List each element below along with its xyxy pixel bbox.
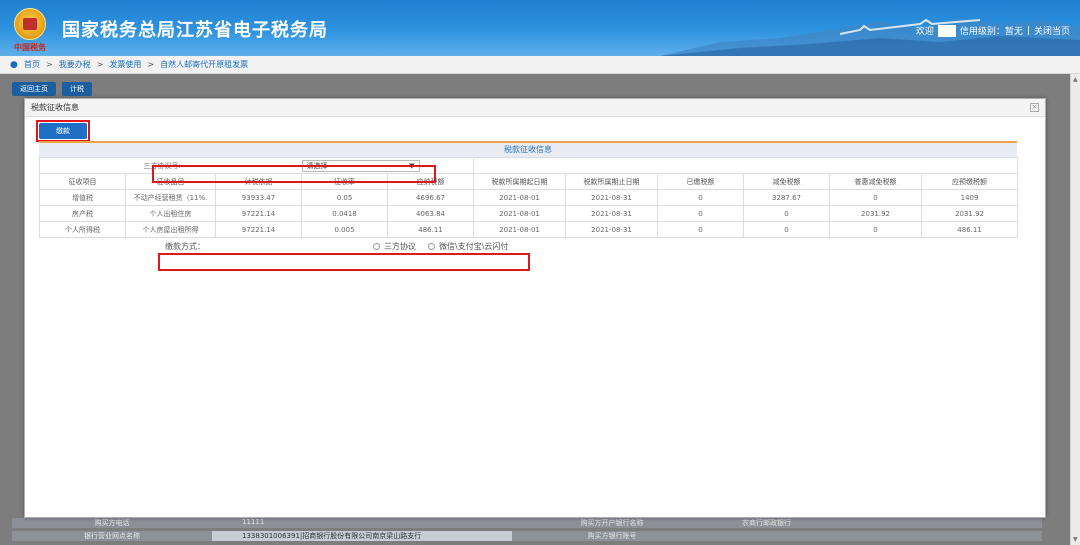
breadcrumb-home[interactable]: 首页 [24, 59, 40, 70]
cell: 2021-08-01 [473, 221, 567, 238]
radio-icon [428, 242, 435, 250]
cell: 0 [829, 189, 923, 206]
col-header: 税款所属期起日期 [473, 173, 567, 190]
cell: 1409 [921, 189, 1019, 206]
col-header: 应预缴税额 [921, 173, 1019, 190]
cell: 0.005 [301, 221, 389, 238]
breadcrumb-separator: > [147, 60, 155, 69]
col-header: 减免税额 [743, 173, 831, 190]
cell: 2031.92 [921, 205, 1019, 222]
cell: 增值税 [39, 189, 126, 206]
table-row: 个人所得税 个人房屋出租所得 97221.14 0.005 486.11 202… [39, 221, 1019, 238]
cell: 97221.14 [214, 221, 303, 238]
cell: 不动产经营租赁（11%. [125, 189, 216, 206]
pay-option-mobile[interactable]: 微信\支付宝\云闪付 [428, 241, 508, 252]
username-box [937, 24, 956, 37]
cell: 0 [743, 221, 831, 238]
cell: 个人出租住房 [125, 205, 216, 222]
breadcrumb-invoice[interactable]: 发票使用 [109, 59, 141, 70]
pay-button-highlight [36, 120, 90, 142]
cell: 0.05 [301, 189, 389, 206]
cell: 0 [829, 221, 923, 238]
breadcrumb-tax[interactable]: 我要办税 [59, 59, 91, 70]
background-row-bank: 银行营业网点名称 1338301006391|招商银行股份有限公司南京梁山路支行… [12, 531, 1042, 541]
pay-mode-label: 缴款方式： [165, 241, 205, 251]
background-toolbar: 返回主页 计税 [12, 82, 92, 96]
breadcrumb-separator: > [46, 60, 53, 69]
cell: 2021-08-01 [473, 189, 567, 206]
bg-right-value [712, 531, 1012, 541]
pay-mode-row: 缴款方式： 三方协议 微信\支付宝\云闪付 [39, 238, 1017, 254]
breadcrumb: ● 首页 > 我要办税 > 发票使用 > 自然人邮寄代开原租发票 [0, 56, 1080, 74]
page-scrollbar[interactable]: ▲ ▼ [1070, 74, 1080, 545]
cell: 个人所得税 [39, 221, 126, 238]
bg-right-label: 购买方银行账号 [587, 532, 637, 540]
cell: 0.0418 [301, 205, 389, 222]
bg-right-value: 农商行邮政银行 [742, 519, 791, 527]
background-row-phone: 购买方电话 11111 购买方开户银行名称 农商行邮政银行 [12, 518, 1042, 528]
cell: 0 [657, 189, 745, 206]
bg-right-label: 购买方开户银行名称 [580, 519, 644, 527]
pay-option-label: 微信\支付宝\云闪付 [439, 241, 509, 251]
cell: 4696.67 [387, 189, 475, 206]
calculate-tax-button[interactable]: 计税 [62, 82, 92, 96]
cell: 房产税 [39, 205, 126, 222]
cell: 2021-08-31 [565, 221, 659, 238]
dialog-title: 税款征收信息 [25, 99, 1045, 117]
scroll-up-icon[interactable]: ▲ [1073, 76, 1078, 83]
site-title: 国家税务总局江苏省电子税务局 [62, 20, 328, 41]
tax-info-section: 税款征收信息 三方协议号: 请选择 ▼ 征收项目 征收品目 计税依据 征收率 应… [39, 141, 1019, 254]
breadcrumb-current: 自然人邮寄代开原租发票 [160, 60, 249, 69]
welcome-text: 欢迎 [915, 27, 934, 37]
cell: 4063.84 [387, 205, 475, 222]
cell: 486.11 [387, 221, 475, 238]
agreement-cell-empty [473, 157, 1019, 174]
bg-label: 购买方电话 [94, 519, 130, 527]
cell: 486.11 [921, 221, 1019, 238]
agreement-cell-empty [39, 157, 126, 174]
pay-option-label: 三方协议 [384, 241, 416, 251]
site-header: 中国税务 国家税务总局江苏省电子税务局 欢迎 信用级别：暂无 | 关闭当页 [0, 0, 1080, 56]
breadcrumb-separator: > [96, 60, 104, 69]
cell: 2021-08-31 [565, 189, 659, 206]
cell: 2021-08-31 [565, 205, 659, 222]
header-divider: | [1026, 25, 1030, 36]
pay-option-tripartite[interactable]: 三方协议 [373, 241, 416, 252]
credit-level: 信用级别：暂无 [959, 27, 1023, 37]
col-header: 普惠减免税额 [829, 173, 923, 190]
cell: 2031.92 [829, 205, 923, 222]
table-row: 增值税 不动产经营租赁（11%. 93933.47 0.05 4696.67 2… [39, 189, 1019, 206]
cell: 3287.67 [743, 189, 831, 206]
bg-label: 银行营业网点名称 [84, 532, 140, 540]
cell: 0 [657, 221, 745, 238]
table-row: 房产税 个人出租住房 97221.14 0.0418 4063.84 2021-… [39, 205, 1019, 222]
scroll-down-icon[interactable]: ▼ [1073, 536, 1078, 543]
cell: 93933.47 [214, 189, 303, 206]
close-icon[interactable]: × [1030, 103, 1039, 112]
tax-collection-dialog: 税款征收信息 × 缴款 税款征收信息 三方协议号: 请选择 ▼ 征收项目 征收品… [24, 98, 1046, 518]
return-home-button[interactable]: 返回主页 [12, 82, 56, 96]
cell: 2021-08-01 [473, 205, 567, 222]
col-header: 征收项目 [39, 173, 126, 190]
pay-mode-highlight [158, 253, 530, 271]
tax-emblem-icon [14, 8, 46, 40]
cell: 0 [657, 205, 745, 222]
radio-icon [373, 242, 380, 250]
bg-value: 11111 [242, 518, 265, 526]
close-page-link[interactable]: 关闭当页 [1034, 24, 1070, 37]
emblem-subtitle: 中国税务 [14, 42, 46, 52]
col-header: 已缴税额 [657, 173, 745, 190]
header-user-area: 欢迎 信用级别：暂无 | 关闭当页 [916, 24, 1070, 37]
agreement-highlight [152, 165, 436, 183]
bank-branch-select[interactable]: 1338301006391|招商银行股份有限公司南京梁山路支行 [212, 531, 512, 541]
cell: 个人房屋出租所得 [125, 221, 216, 238]
cell: 97221.14 [214, 205, 303, 222]
section-title: 税款征收信息 [39, 141, 1017, 157]
col-header: 税款所属期止日期 [565, 173, 659, 190]
cell: 0 [743, 205, 831, 222]
location-pin-icon: ● [10, 59, 18, 70]
